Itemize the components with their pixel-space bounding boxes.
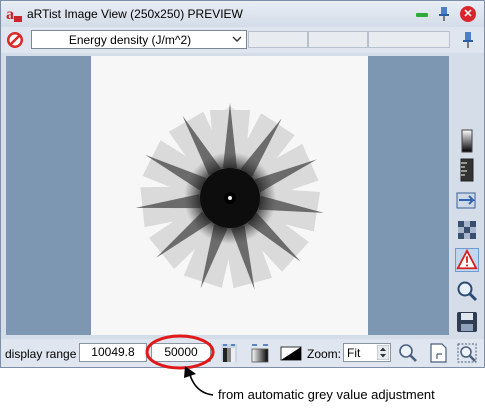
range-max-field[interactable]: 50000 xyxy=(151,343,211,362)
svg-text:a: a xyxy=(6,6,14,23)
quantity-select-value: Energy density (J/m^2) xyxy=(68,33,192,47)
no-entry-icon[interactable] xyxy=(6,31,24,49)
magnifier-icon[interactable] xyxy=(455,279,479,303)
ruler-scale-icon[interactable] xyxy=(455,158,479,182)
image-view-window: a aRTist Image View (250x250) PREVIEW ✕ … xyxy=(0,0,485,368)
invert-gradient-icon[interactable] xyxy=(280,342,302,364)
warning-icon[interactable] xyxy=(455,248,479,272)
toolbar-slot-2 xyxy=(308,31,368,48)
quantity-select[interactable]: Energy density (J/m^2) xyxy=(31,30,247,49)
pin-icon[interactable] xyxy=(437,6,451,22)
toolbar-slot-3 xyxy=(368,31,450,48)
title-bar[interactable]: a aRTist Image View (250x250) PREVIEW ✕ xyxy=(1,1,484,27)
side-toolbar xyxy=(453,129,481,339)
filter-icon[interactable] xyxy=(455,218,479,242)
toolbar-slot-1 xyxy=(248,31,308,48)
auto-range-icon[interactable] xyxy=(218,342,240,364)
save-icon[interactable] xyxy=(455,310,479,334)
zoom-value: Fit xyxy=(347,346,361,360)
range-min-field[interactable]: 10049.8 xyxy=(79,343,147,362)
fit-range-icon[interactable] xyxy=(249,342,271,364)
view-toolbar: Energy density (J/m^2) xyxy=(1,27,484,53)
image-viewport[interactable] xyxy=(6,56,449,335)
window-title: aRTist Image View (250x250) PREVIEW xyxy=(27,7,243,21)
grey-scale-icon[interactable] xyxy=(455,129,479,153)
minimize-icon[interactable] xyxy=(416,13,428,17)
zoom-label: Zoom: xyxy=(307,347,342,361)
page-icon[interactable] xyxy=(427,342,449,364)
image-canvas[interactable] xyxy=(91,56,368,335)
display-range-bar: display range 10049.8 50000 Zoom: Fit xyxy=(1,339,484,367)
zoom-fit-icon[interactable] xyxy=(456,342,478,364)
chevron-down-icon xyxy=(232,36,242,42)
annotation-arrow xyxy=(189,374,214,396)
annotation-text: from automatic grey value adjustment xyxy=(218,387,435,402)
star-radiograph xyxy=(135,103,324,290)
export-image-icon[interactable] xyxy=(455,188,479,212)
close-icon[interactable]: ✕ xyxy=(460,6,476,22)
zoom-select[interactable]: Fit xyxy=(343,343,391,362)
zoom-icon[interactable] xyxy=(397,342,419,364)
pin-icon[interactable] xyxy=(460,31,476,49)
spinner-arrows-icon[interactable] xyxy=(377,345,389,360)
display-range-label: display range xyxy=(5,347,77,361)
artist-logo-icon: a xyxy=(6,6,22,23)
